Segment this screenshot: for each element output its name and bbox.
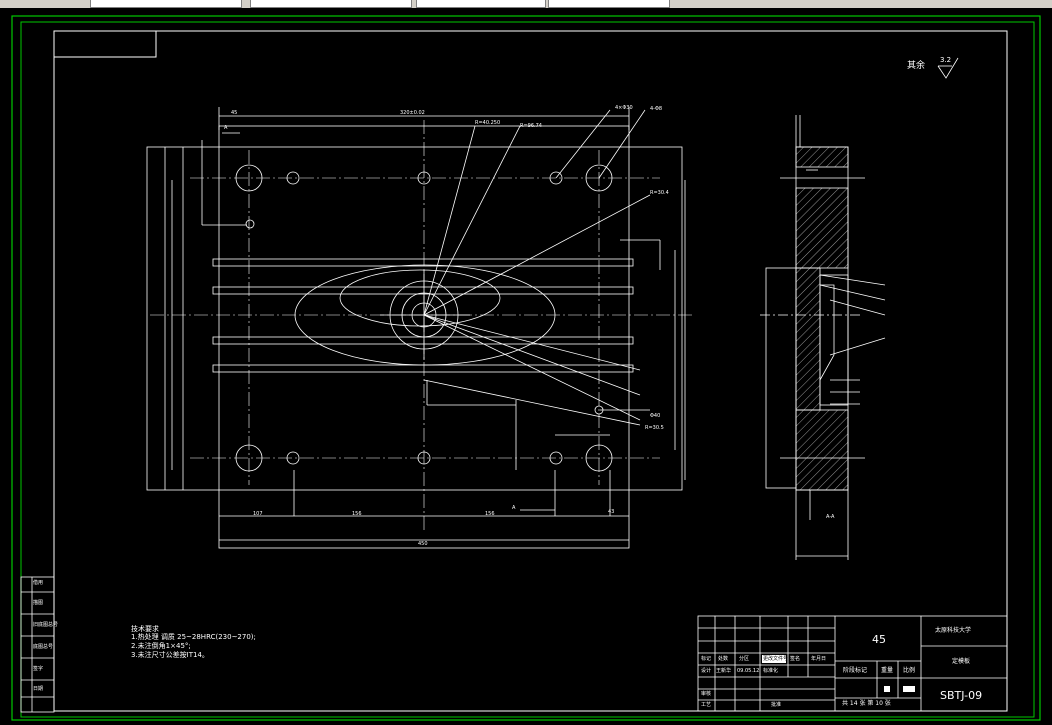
roughness-label: 其余 [907,61,926,71]
part-name: 定模板 [952,658,971,665]
callout-1: R=40.250 [475,120,501,126]
outer-frame [11,15,1041,721]
centerlines [150,120,695,530]
dim-bottom-2: 156 [352,511,362,517]
note-1: 1.热处理 调质 25~28HRC(230~270); [131,633,256,641]
notes-title: 技术要求 [131,625,159,633]
scale-label: 比例 [903,667,916,674]
standard-label: 标准化 [763,668,779,674]
cad-toolbar [0,0,1052,8]
weight-label: 重量 [881,667,894,674]
callout-4: 4-Φ8 [650,106,663,112]
roughness-value: 3.2 [940,56,952,64]
process-label: 工艺 [701,702,712,708]
side-label-5: 签字 [33,666,44,672]
design-label: 设计 [701,668,712,674]
callout-2: R=96.74 [520,123,542,129]
callout-3: 4×Φ30 [615,105,633,111]
note-3: 3.未注尺寸公差按IT14。 [131,651,209,659]
material-value: 45 [872,633,886,646]
drawing-number-box [53,30,157,58]
section-a-bottom: A [512,505,516,511]
layer-dropdown[interactable] [90,0,242,8]
count-col: 处数 [718,656,729,662]
sheet-info: 共 14 张 第 10 张 [842,700,891,707]
scale-fill [903,686,915,692]
plate-outline [146,146,683,491]
inner-border [53,30,1008,712]
side-label-2: 描图 [33,600,44,606]
dim-left-45: 45 [231,110,238,116]
design-date: 09.05.12 [737,668,760,674]
callout-7: R=30.5 [645,425,664,431]
side-label-3: 旧底图总号 [33,622,59,628]
callout-6: Φ40 [650,413,661,419]
mark-col: 标记 [701,656,712,662]
approve-label: 批准 [771,702,782,708]
lineweight-dropdown[interactable] [548,0,670,8]
side-label-6: 日期 [33,686,44,692]
review-label: 审核 [701,691,712,697]
side-label-4: 底图总号 [33,644,54,650]
linetype-dropdown[interactable] [416,0,546,8]
drawing-number: SBTJ-09 [940,689,983,702]
section-view-label: A-A [826,514,835,520]
sign-col: 签名 [790,656,801,662]
stage-label: 阶段标记 [843,667,868,674]
weight-fill [884,686,890,692]
side-label-1: 借用 [33,580,44,586]
plate-front-view [146,107,686,549]
callout-5: R=30.4 [650,190,669,196]
drawing-canvas[interactable] [0,8,1052,725]
date-col: 年月日 [811,656,827,662]
zone-col: 分区 [739,656,750,662]
color-dropdown[interactable] [250,0,412,8]
dim-bottom-1: 107 [253,511,263,517]
change-col: 更改文件号 [763,656,789,662]
section-view [760,115,886,560]
dim-top-width: 320±0.02 [400,110,425,116]
dim-bottom-3: 156 [485,511,495,517]
note-2: 2.未注倒角1×45°; [131,642,191,650]
dim-bottom-4: 43 [608,509,615,515]
section-marks [222,132,555,511]
section-a-top: A [224,125,228,131]
dim-bottom-total: 450 [418,541,428,547]
designer-name: 王新华 [716,668,732,674]
school-name: 太原科技大学 [935,627,972,634]
